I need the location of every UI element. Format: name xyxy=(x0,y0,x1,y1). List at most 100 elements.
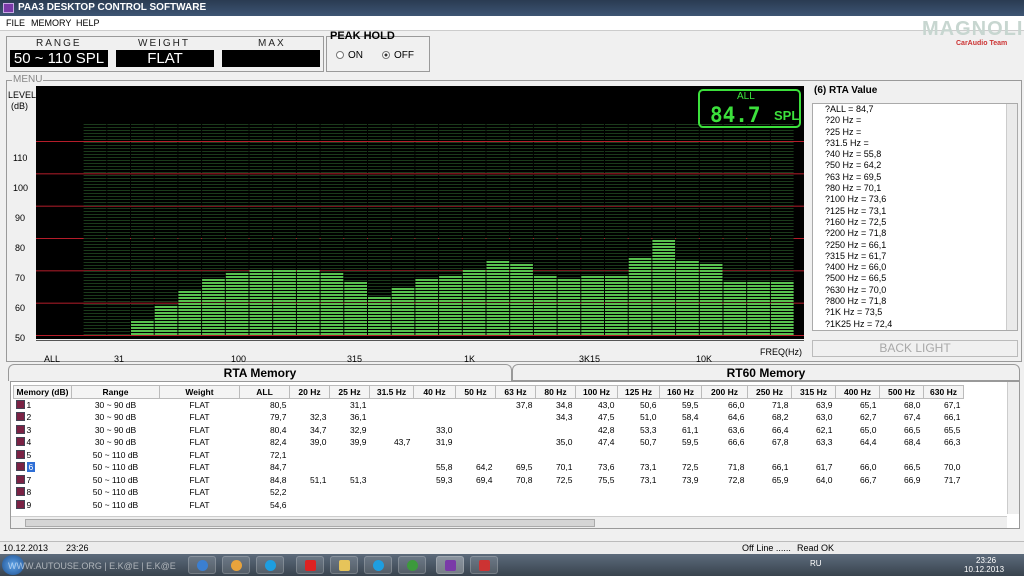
column-header[interactable]: 40 Hz xyxy=(413,385,456,399)
column-header[interactable]: 315 Hz xyxy=(791,385,836,399)
background-segment xyxy=(462,145,486,146)
background-segment xyxy=(273,133,296,134)
column-header[interactable]: 630 Hz xyxy=(923,385,964,399)
table-cell: 66,5 xyxy=(903,462,921,473)
taskbar-skype[interactable] xyxy=(256,556,284,574)
table-row[interactable]: 3 30 ~ 90 dB FLAT 80,4 34,7 32,9 33,0 42,8 53,3 6… xyxy=(14,424,964,437)
background-segment xyxy=(83,133,107,134)
table-row[interactable]: 1 30 ~ 90 dB FLAT 80,5 31,1 37,8 34,8 43,0 50,6 5… xyxy=(14,399,964,412)
grid-line xyxy=(36,335,804,336)
background-segment xyxy=(131,301,154,302)
background-segment xyxy=(770,199,794,200)
background-segment xyxy=(557,262,581,263)
background-segment xyxy=(344,226,367,227)
table-cell: 33,0 xyxy=(435,424,453,435)
taskbar-folder[interactable] xyxy=(330,556,358,574)
background-segment xyxy=(770,208,794,209)
background-segment xyxy=(273,136,296,137)
background-segment xyxy=(107,178,130,179)
background-segment xyxy=(439,268,462,269)
taskbar-app-red[interactable] xyxy=(470,556,498,574)
background-segment xyxy=(320,223,344,224)
background-segment xyxy=(178,208,202,209)
taskbar-skype-2[interactable] xyxy=(364,556,392,574)
back-light-button[interactable]: BACK LIGHT xyxy=(812,340,1018,357)
background-segment xyxy=(344,199,367,200)
background-segment xyxy=(581,142,604,143)
column-header[interactable]: Weight xyxy=(159,385,240,399)
peak-hold-off-radio[interactable]: OFF xyxy=(382,50,414,61)
background-segment xyxy=(320,211,344,212)
background-segment xyxy=(605,268,628,269)
column-header[interactable]: 25 Hz xyxy=(329,385,370,399)
background-segment xyxy=(249,136,273,137)
column-header[interactable]: 63 Hz xyxy=(495,385,536,399)
taskbar-yandex[interactable] xyxy=(296,556,324,574)
column-header[interactable]: 80 Hz xyxy=(535,385,576,399)
taskbar-paa3[interactable] xyxy=(436,556,464,574)
background-segment xyxy=(131,184,154,185)
rta-list-scrollbar[interactable] xyxy=(1006,104,1017,330)
table-row[interactable]: 2 30 ~ 90 dB FLAT 79,7 32,3 36,1 34,3 47,5 51,0 5… xyxy=(14,411,964,424)
spl-display: ALL 84.7 SPL xyxy=(698,89,801,128)
background-segment xyxy=(699,199,723,200)
table-row[interactable]: 4 30 ~ 90 dB FLAT 82,4 39,0 39,9 43,7 31,9 35,0 4… xyxy=(14,436,964,449)
background-segment xyxy=(249,250,273,251)
taskbar-chrome[interactable] xyxy=(222,556,250,574)
background-segment xyxy=(202,268,225,269)
column-header[interactable]: 160 Hz xyxy=(659,385,702,399)
table-row[interactable]: 9 50 ~ 110 dB FLAT 54,6 xyxy=(14,499,964,512)
tab-rta-memory[interactable]: RTA Memory xyxy=(8,364,512,381)
peak-hold-on-radio[interactable]: ON xyxy=(336,50,363,61)
column-header[interactable]: Memory (dB) xyxy=(13,385,72,399)
background-segment xyxy=(320,154,344,155)
table-vertical-scrollbar[interactable] xyxy=(1007,382,1019,514)
background-segment xyxy=(107,268,130,269)
background-segment xyxy=(225,175,249,176)
background-segment xyxy=(652,130,676,131)
column-header[interactable]: 31.5 Hz xyxy=(369,385,414,399)
table-row[interactable]: 7 50 ~ 110 dB FLAT 84,8 51,1 51,3 59,3 69,4 70,8… xyxy=(14,474,964,487)
background-segment xyxy=(202,205,225,206)
column-header[interactable]: 20 Hz xyxy=(289,385,330,399)
column-header[interactable]: 250 Hz xyxy=(747,385,792,399)
background-segment xyxy=(202,253,225,254)
menu-memory[interactable]: MEMORY xyxy=(31,18,71,28)
table-cell: 66,7 xyxy=(859,474,877,485)
taskbar-globe[interactable] xyxy=(188,556,216,574)
background-segment xyxy=(83,178,107,179)
column-header[interactable]: 100 Hz xyxy=(575,385,618,399)
table-cell xyxy=(496,436,536,449)
menu-file[interactable]: FILE xyxy=(6,18,25,28)
taskbar-app-green[interactable] xyxy=(398,556,426,574)
background-segment xyxy=(462,229,486,230)
table-row[interactable]: 8 50 ~ 110 dB FLAT 52,2 xyxy=(14,486,964,499)
column-header[interactable]: 50 Hz xyxy=(455,385,496,399)
background-segment xyxy=(462,178,486,179)
column-header[interactable]: 125 Hz xyxy=(617,385,660,399)
column-header[interactable]: ALL xyxy=(239,385,290,399)
column-header[interactable]: 400 Hz xyxy=(835,385,880,399)
column-header[interactable]: Range xyxy=(71,385,160,399)
table-row[interactable]: 6 50 ~ 110 dB FLAT 84,7 55,8 64,2 69,5 70,1 73,6… xyxy=(14,461,964,474)
background-segment xyxy=(178,184,202,185)
background-segment xyxy=(557,247,581,248)
x-tick: 31 xyxy=(114,354,125,364)
language-indicator[interactable]: RU xyxy=(810,559,822,568)
tab-rt60-memory[interactable]: RT60 Memory xyxy=(512,364,1020,381)
background-segment xyxy=(510,175,533,176)
background-segment xyxy=(486,259,510,260)
background-segment xyxy=(628,232,652,233)
table-horizontal-scrollbar[interactable] xyxy=(11,516,1007,528)
background-segment xyxy=(510,169,533,170)
background-segment xyxy=(676,145,699,146)
rta-value-list[interactable]: ?ALL = 84,7 ?20 Hz = ?25 Hz = ?31.5 Hz = ?40… xyxy=(812,103,1018,331)
table-row[interactable]: 5 50 ~ 110 dB FLAT 72,1 xyxy=(14,449,964,462)
background-segment xyxy=(391,253,415,254)
background-segment xyxy=(368,256,391,257)
menu-help[interactable]: HELP xyxy=(76,18,100,28)
column-header[interactable]: 500 Hz xyxy=(879,385,924,399)
scroll-thumb[interactable] xyxy=(25,519,595,527)
column-header[interactable]: 200 Hz xyxy=(701,385,748,399)
background-segment xyxy=(605,193,628,194)
